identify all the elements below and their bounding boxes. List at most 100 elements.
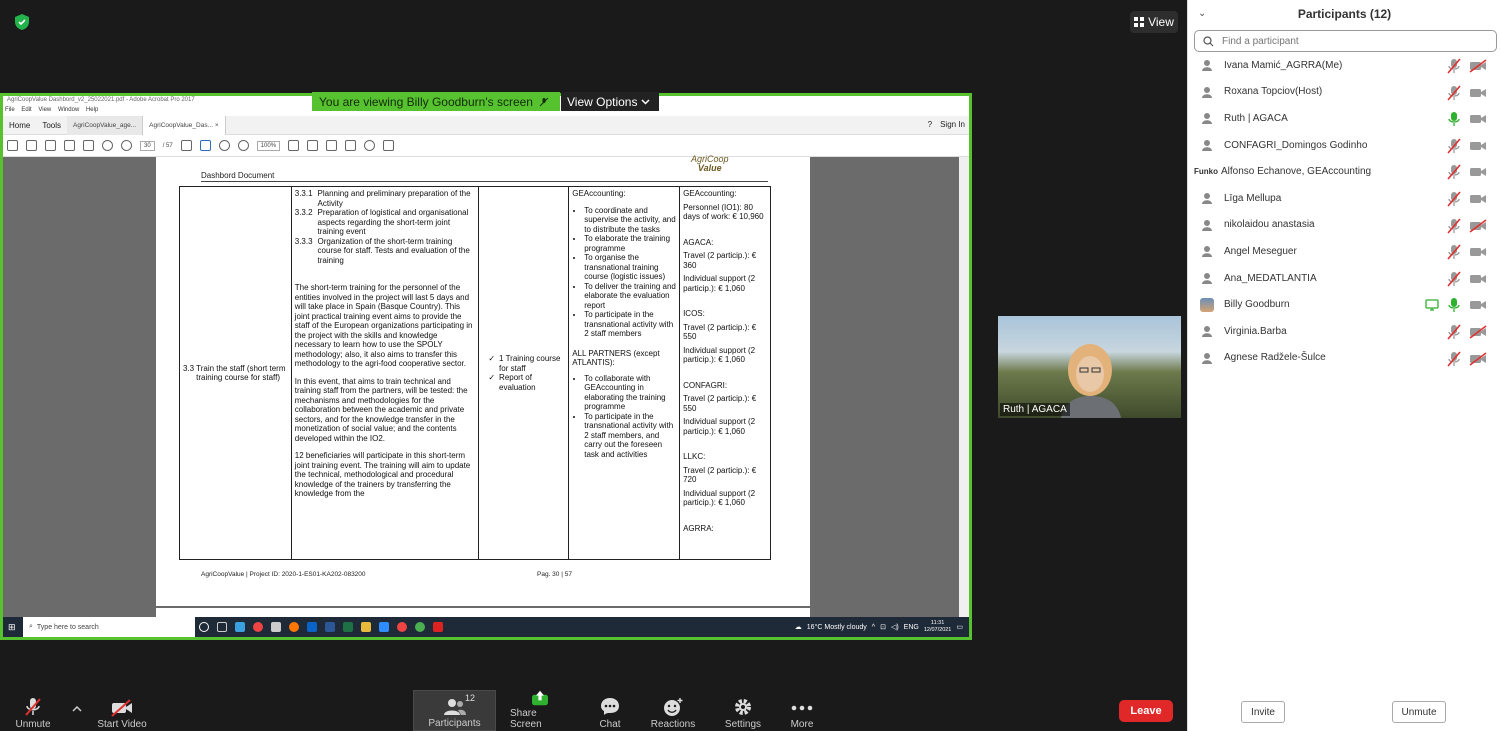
- fit-page-icon[interactable]: [307, 140, 319, 151]
- menu-file[interactable]: File: [5, 107, 15, 113]
- menu-help[interactable]: Help: [86, 107, 98, 113]
- close-icon[interactable]: ×: [215, 122, 219, 129]
- muted-mic-icon[interactable]: [1447, 85, 1461, 104]
- mic-icon[interactable]: [1447, 111, 1461, 130]
- comment-icon[interactable]: [364, 140, 376, 151]
- word-icon[interactable]: [325, 622, 335, 632]
- participant-row[interactable]: Angel Meseguer: [1188, 238, 1500, 265]
- video-off-icon[interactable]: [1469, 59, 1487, 76]
- unmute-button[interactable]: Unmute: [10, 690, 56, 731]
- view-button[interactable]: View: [1130, 11, 1178, 33]
- participant-row[interactable]: Ruth | AGACA: [1188, 105, 1500, 132]
- email-icon[interactable]: [64, 140, 75, 151]
- muted-mic-icon[interactable]: [1447, 324, 1461, 343]
- video-off-icon[interactable]: [1469, 325, 1487, 342]
- app-icon[interactable]: [235, 622, 245, 632]
- sign-in-link[interactable]: Sign In: [940, 120, 965, 129]
- tab-document-2[interactable]: AgriCoopValue_Das... ×: [143, 115, 226, 135]
- zoom-app-icon[interactable]: [379, 622, 389, 632]
- view-options-button[interactable]: View Options: [561, 92, 659, 111]
- participant-row[interactable]: CONFAGRI_Domingos Godinho: [1188, 132, 1500, 159]
- task-view-icon[interactable]: [217, 622, 227, 632]
- participant-row[interactable]: Billy Goodburn: [1188, 291, 1500, 318]
- chrome-icon[interactable]: [253, 622, 263, 632]
- video-icon[interactable]: [1469, 165, 1487, 182]
- cortana-icon[interactable]: [199, 622, 209, 632]
- document-scrollbar[interactable]: [959, 157, 969, 622]
- print-icon[interactable]: [45, 140, 56, 151]
- encryption-shield-icon[interactable]: [14, 13, 30, 31]
- muted-mic-icon[interactable]: [1447, 138, 1461, 157]
- video-tile[interactable]: Ruth | AGACA: [998, 316, 1181, 418]
- video-icon[interactable]: [1469, 245, 1487, 262]
- tray-chevron-icon[interactable]: ^: [872, 624, 875, 631]
- volume-icon[interactable]: ◁): [891, 623, 899, 631]
- hand-tool-icon[interactable]: [199, 140, 211, 151]
- participant-row[interactable]: Agnese Radžele-Šulce: [1188, 345, 1500, 372]
- menu-edit[interactable]: Edit: [21, 107, 31, 113]
- video-off-icon[interactable]: [1469, 351, 1487, 369]
- reactions-button[interactable]: Reactions: [650, 690, 696, 731]
- select-tool-icon[interactable]: [180, 140, 192, 151]
- document-view[interactable]: AgriCoop Value Dashbord Document 3.3 Train…: [3, 155, 969, 628]
- help-icon[interactable]: ?: [928, 120, 932, 129]
- participant-row[interactable]: Ivana Mamić_AGRRA(Me): [1188, 52, 1500, 79]
- participants-button[interactable]: 12 Participants: [413, 690, 496, 731]
- folder-icon[interactable]: [361, 622, 371, 632]
- participant-row[interactable]: Roxana Topciov(Host): [1188, 79, 1500, 106]
- page-up-icon[interactable]: [102, 140, 113, 151]
- start-video-button[interactable]: Start Video: [96, 690, 148, 731]
- outlook-icon[interactable]: [307, 622, 317, 632]
- weather-text[interactable]: 16°C Mostly cloudy: [807, 624, 867, 631]
- participant-row[interactable]: Virginia.Barba: [1188, 318, 1500, 345]
- menu-view[interactable]: View: [38, 107, 51, 113]
- participant-row[interactable]: Funko Alfonso Echanove, GEAccounting: [1188, 158, 1500, 185]
- zoom-out-icon[interactable]: [218, 140, 230, 151]
- muted-mic-icon[interactable]: [1447, 244, 1461, 263]
- windows-start-icon[interactable]: ⊞: [8, 622, 16, 633]
- participant-search-input[interactable]: [1222, 35, 1472, 47]
- tab-document-1[interactable]: AgriCoopValue_age...: [67, 115, 144, 135]
- video-icon[interactable]: [1469, 139, 1487, 156]
- leave-button[interactable]: Leave: [1119, 700, 1173, 722]
- muted-mic-icon[interactable]: [1447, 191, 1461, 210]
- muted-mic-icon[interactable]: [1447, 271, 1461, 290]
- muted-mic-icon[interactable]: [1447, 164, 1461, 183]
- zoom-in-icon[interactable]: [237, 140, 249, 151]
- video-icon[interactable]: [1469, 112, 1487, 129]
- chat-button[interactable]: Chat: [596, 690, 624, 731]
- participant-row[interactable]: Ana_MEDATLANTIA: [1188, 265, 1500, 292]
- tab-tools[interactable]: Tools: [36, 116, 67, 135]
- muted-mic-icon[interactable]: [1447, 351, 1461, 370]
- settings-button[interactable]: Settings: [723, 690, 763, 731]
- find-icon[interactable]: [83, 140, 94, 151]
- fullscreen-icon[interactable]: [326, 140, 338, 151]
- firefox-icon[interactable]: [289, 622, 299, 632]
- video-icon[interactable]: [1469, 192, 1487, 209]
- chrome-icon[interactable]: [397, 622, 407, 632]
- tab-home[interactable]: Home: [3, 116, 36, 135]
- share-screen-button[interactable]: Share Screen: [510, 690, 570, 731]
- crop-icon[interactable]: [288, 140, 300, 151]
- audio-options-chevron[interactable]: [68, 690, 86, 731]
- more-button[interactable]: More: [788, 690, 816, 731]
- windows-search-box[interactable]: ⌕ Type here to search: [23, 617, 195, 637]
- participant-search[interactable]: [1194, 30, 1497, 52]
- mic-icon[interactable]: [1447, 297, 1461, 316]
- mute-all-button[interactable]: Unmute: [1392, 701, 1446, 723]
- app-icon[interactable]: [415, 622, 425, 632]
- clock[interactable]: 11:31 12/07/2021: [924, 620, 952, 634]
- language-indicator[interactable]: ENG: [904, 624, 919, 631]
- notifications-icon[interactable]: ▭: [956, 623, 963, 631]
- acrobat-icon[interactable]: [433, 622, 443, 632]
- scroll-mode-icon[interactable]: [345, 140, 357, 151]
- app-icon[interactable]: [271, 622, 281, 632]
- upload-icon[interactable]: [26, 140, 37, 151]
- muted-mic-icon[interactable]: [1447, 218, 1461, 237]
- invite-button[interactable]: Invite: [1241, 701, 1285, 723]
- excel-icon[interactable]: [343, 622, 353, 632]
- video-icon[interactable]: [1469, 86, 1487, 103]
- participant-row[interactable]: Līga Mellupa: [1188, 185, 1500, 212]
- video-icon[interactable]: [1469, 298, 1487, 315]
- video-off-icon[interactable]: [1469, 218, 1487, 236]
